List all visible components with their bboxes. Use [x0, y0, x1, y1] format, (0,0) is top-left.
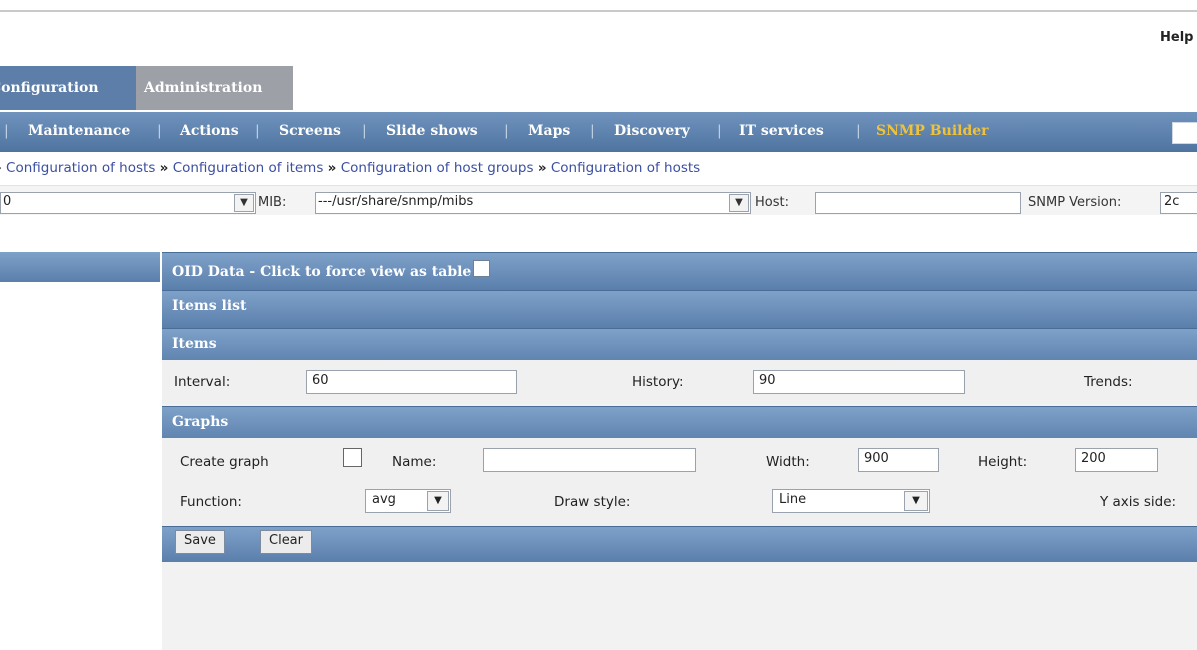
- tab-configuration-label: Configuration: [0, 80, 99, 96]
- create-graph-checkbox[interactable]: [343, 448, 362, 467]
- history-label: History:: [632, 374, 684, 390]
- tab-configuration[interactable]: Configuration: [0, 66, 136, 110]
- force-table-checkbox[interactable]: [473, 260, 491, 277]
- history-input[interactable]: 90: [753, 370, 965, 394]
- graphs-title: Graphs: [172, 414, 229, 430]
- clear-button[interactable]: Clear: [260, 530, 312, 554]
- breadcrumb-separator: »: [0, 160, 2, 176]
- nav-item-maps[interactable]: Maps: [528, 123, 570, 139]
- breadcrumb-configuration-of-items[interactable]: Configuration of items: [173, 160, 324, 176]
- mib-select[interactable]: ---/usr/share/snmp/mibs ▼: [315, 192, 751, 214]
- function-label: Function:: [180, 494, 242, 510]
- breadcrumb: » Configuration of hosts » Configuration…: [0, 160, 1197, 180]
- function-select-value: avg: [372, 492, 396, 507]
- items-title: Items: [172, 336, 217, 352]
- mib-label: MIB:: [258, 195, 287, 210]
- nav-separator: |: [590, 123, 595, 139]
- oid-data-header: OID Data - Click to force view as table: [162, 252, 1197, 290]
- breadcrumb-separator: »: [327, 160, 337, 176]
- host-group-select-value: 0: [3, 194, 12, 209]
- nav-separator: |: [157, 123, 162, 139]
- snmp-version-select-value: 2c: [1164, 194, 1180, 209]
- nav-item-it-services[interactable]: IT services: [739, 123, 824, 139]
- nav-separator: |: [4, 123, 9, 139]
- function-select[interactable]: avg ▼: [365, 489, 451, 513]
- create-graph-label: Create graph: [180, 454, 269, 470]
- chevron-down-icon: ▼: [427, 491, 449, 511]
- nav-item-discovery[interactable]: Discovery: [614, 123, 690, 139]
- items-list-title: Items list: [172, 298, 247, 314]
- chevron-down-icon: ▼: [234, 194, 254, 212]
- nav-separator: |: [856, 123, 861, 139]
- nav-item-actions[interactable]: Actions: [180, 123, 239, 139]
- chevron-down-icon: ▼: [729, 194, 749, 212]
- nav-separator: |: [255, 123, 260, 139]
- filter-bar: 0 ▼ MIB: ---/usr/share/snmp/mibs ▼ Host:…: [0, 185, 1197, 215]
- width-label: Width:: [766, 454, 810, 470]
- mib-tree-header: [0, 252, 160, 282]
- breadcrumb-configuration-of-hosts[interactable]: Configuration of hosts: [6, 160, 155, 176]
- interval-label: Interval:: [174, 374, 231, 390]
- items-list-header: Items list: [162, 290, 1197, 328]
- draw-style-select[interactable]: Line ▼: [772, 489, 930, 513]
- tab-administration[interactable]: Administration: [136, 66, 293, 110]
- nav-item-snmp-builder[interactable]: SNMP Builder: [876, 123, 989, 139]
- name-label: Name:: [392, 454, 437, 470]
- nav-separator: |: [717, 123, 722, 139]
- host-input[interactable]: [815, 192, 1021, 214]
- breadcrumb-separator: »: [159, 160, 169, 176]
- graph-name-input[interactable]: [483, 448, 696, 472]
- save-button[interactable]: Save: [175, 530, 225, 554]
- snmp-version-label: SNMP Version:: [1028, 195, 1122, 210]
- graph-height-input[interactable]: 200: [1075, 448, 1158, 472]
- y-axis-side-label: Y axis side:: [1100, 494, 1177, 510]
- graphs-form: Create graph Name: Width: 900 Height: 20…: [162, 438, 1197, 526]
- breadcrumb-configuration-of-host-groups[interactable]: Configuration of host groups: [341, 160, 534, 176]
- interval-input[interactable]: 60: [306, 370, 517, 394]
- oid-data-title: OID Data - Click to force view as table: [172, 264, 472, 280]
- items-form-row: Interval: 60 History: 90 Trends:: [162, 360, 1197, 404]
- breadcrumb-separator: »: [537, 160, 547, 176]
- nav-separator: |: [362, 123, 367, 139]
- nav-item-maintenance[interactable]: Maintenance: [28, 123, 130, 139]
- nav-item-screens[interactable]: Screens: [279, 123, 341, 139]
- height-label: Height:: [978, 454, 1028, 470]
- help-link[interactable]: Help: [1160, 30, 1193, 45]
- host-group-select[interactable]: 0 ▼: [0, 192, 256, 214]
- search-box[interactable]: [1172, 122, 1197, 144]
- trends-label: Trends:: [1084, 374, 1133, 390]
- nav-item-slide-shows[interactable]: Slide shows: [386, 123, 478, 139]
- nav-separator: |: [504, 123, 509, 139]
- action-bar: [162, 526, 1197, 562]
- host-label: Host:: [755, 195, 789, 210]
- tab-administration-label: Administration: [144, 80, 263, 96]
- sub-navigation: | Maintenance | Actions | Screens | Slid…: [0, 112, 1197, 152]
- snmp-version-select[interactable]: 2c: [1160, 192, 1197, 214]
- draw-style-select-value: Line: [779, 492, 807, 507]
- graph-width-input[interactable]: 900: [858, 448, 939, 472]
- mib-select-value: ---/usr/share/snmp/mibs: [318, 194, 474, 209]
- breadcrumb-configuration-of-hosts-2[interactable]: Configuration of hosts: [551, 160, 700, 176]
- chevron-down-icon: ▼: [904, 491, 928, 511]
- draw-style-label: Draw style:: [554, 494, 631, 510]
- top-divider: [0, 10, 1197, 12]
